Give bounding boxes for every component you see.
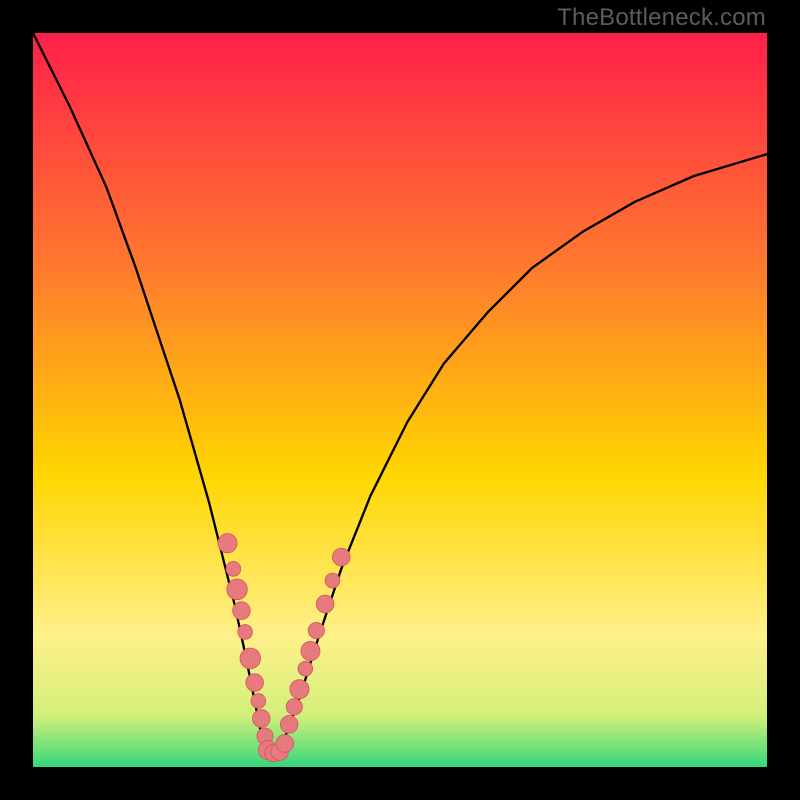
data-marker: [251, 694, 266, 709]
data-marker: [218, 534, 237, 553]
data-marker: [332, 548, 350, 566]
data-marker: [316, 595, 334, 613]
data-marker: [301, 641, 320, 660]
outer-frame: TheBottleneck.com: [0, 0, 800, 800]
data-marker: [308, 622, 324, 638]
data-marker: [238, 625, 253, 640]
data-marker: [233, 602, 251, 620]
bottleneck-curve: [33, 33, 767, 767]
data-marker: [280, 716, 298, 734]
data-marker: [252, 710, 270, 728]
plot-area: [33, 33, 767, 767]
data-marker: [226, 561, 241, 576]
data-marker: [240, 648, 261, 669]
data-marker: [286, 699, 302, 715]
data-marker: [246, 674, 264, 692]
data-marker: [325, 573, 340, 588]
data-marker: [276, 735, 294, 753]
watermark-text: TheBottleneck.com: [557, 4, 766, 32]
data-marker: [227, 579, 248, 600]
data-marker: [298, 661, 313, 676]
data-marker: [290, 680, 309, 699]
